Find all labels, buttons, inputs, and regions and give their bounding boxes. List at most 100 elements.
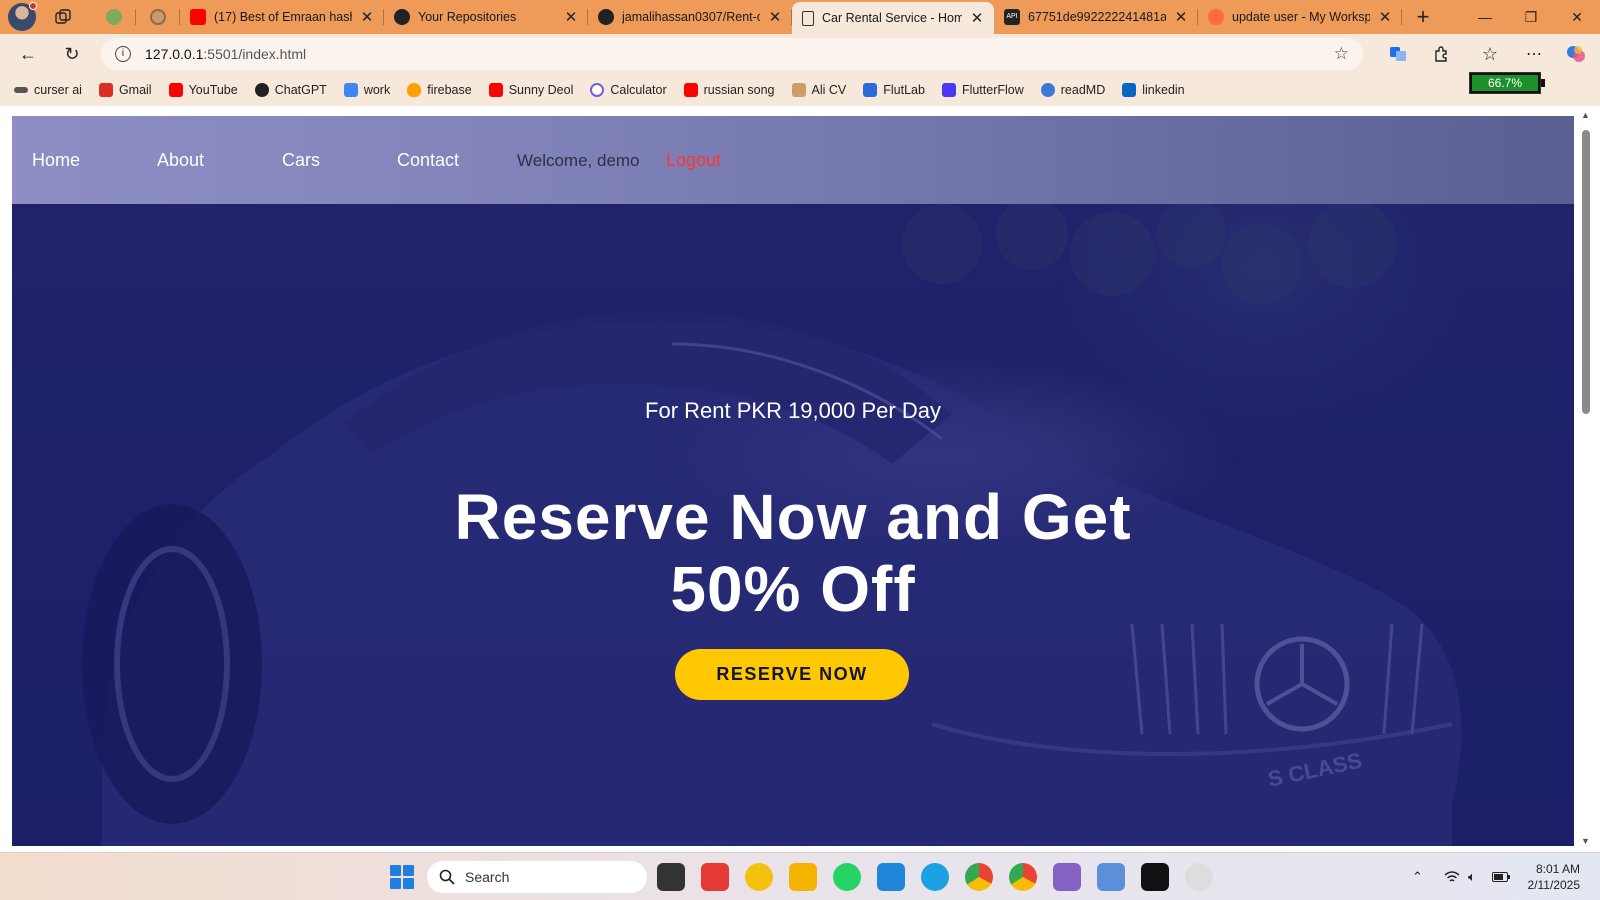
tab-title: 67751de992222241481aa [1028,10,1166,24]
bookmark-readmd[interactable]: readMD [1040,83,1106,97]
close-icon[interactable]: ✕ [1378,8,1392,26]
edge-icon[interactable] [921,863,949,891]
battery-icon[interactable] [1492,853,1510,900]
volume-icon[interactable]: 🔈︎ [1468,853,1476,900]
bookmarks-bar: curser ai Gmail YouTube ChatGPT work fir… [0,74,1600,106]
gmail-icon [98,83,113,97]
bookmark-ali-cv[interactable]: Ali CV [791,83,847,97]
extensions-icon[interactable] [1424,38,1460,70]
copilot-icon[interactable] [1558,38,1594,70]
hero-subtitle: For Rent PKR 19,000 Per Day [645,398,941,423]
chrome-profile-icon[interactable] [1009,863,1037,891]
bookmark-label: YouTube [188,83,238,97]
bookmark-russian-song[interactable]: russian song [683,83,775,97]
windows-taskbar: Search ⌃ 🔈︎ 8:01 AM 2/11/2025 [0,852,1600,900]
hero-title-line-2: 50% Off [670,553,916,625]
favorite-star-icon[interactable]: ☆ [1334,44,1349,64]
bookmark-calculator[interactable]: Calculator [590,83,667,97]
nav-contact-link[interactable]: Contact [397,150,459,171]
tray-chevron-up-icon[interactable]: ⌃ [1412,853,1423,900]
scrollbar-thumb[interactable] [1582,130,1590,414]
tab-pinned-1[interactable] [92,0,136,34]
nav-home-link[interactable]: Home [32,150,80,171]
more-menu-icon[interactable]: ⋯ [1516,38,1552,70]
tab-pinned-2[interactable] [136,0,180,34]
close-icon[interactable]: ✕ [360,8,374,26]
visual-studio-icon[interactable] [1053,863,1081,891]
reload-button[interactable]: ↻ [54,38,90,70]
url-path: :5501/index.html [203,46,307,62]
workspaces-icon[interactable] [52,6,74,28]
reserve-now-button[interactable]: RESERVE NOW [675,649,909,700]
bookmark-label: readMD [1060,83,1106,97]
chatgpt-icon [254,83,269,97]
bookmark-flutterflow[interactable]: FlutterFlow [941,83,1024,97]
tab-repositories[interactable]: Your Repositories ✕ [384,0,588,34]
photos-icon[interactable] [1097,863,1125,891]
close-icon[interactable]: ✕ [768,8,782,26]
file-explorer-icon[interactable] [789,863,817,891]
task-view-icon[interactable] [657,863,685,891]
scroll-up-arrow-icon[interactable]: ▲ [1581,110,1590,120]
restore-button[interactable]: ❐ [1508,0,1554,34]
youtube-icon [683,83,698,97]
favorites-icon[interactable]: ☆ [1472,38,1508,70]
taskbar-clock[interactable]: 8:01 AM 2/11/2025 [1516,861,1581,893]
bookmark-linkedin[interactable]: linkedin [1122,83,1185,97]
hero-title-line-1: Reserve Now and Get [454,481,1132,553]
logout-link[interactable]: Logout [666,150,721,171]
clock-app-icon[interactable] [1185,863,1213,891]
tab-title: Your Repositories [418,10,517,24]
bookmark-label: curser ai [34,83,82,97]
bookmark-label: Ali CV [811,83,847,97]
close-icon[interactable]: ✕ [564,8,578,26]
nav-cars-link[interactable]: Cars [282,150,320,171]
address-bar[interactable]: i 127.0.0.1:5501/index.html ☆ [101,38,1363,70]
anydesk-icon[interactable] [701,863,729,891]
bookmark-label: linkedin [1142,83,1185,97]
chrome-icon[interactable] [965,863,993,891]
tab-car-rental-home[interactable]: Car Rental Service - Home ✕ [792,2,994,34]
info-icon[interactable]: i [115,46,131,62]
close-window-button[interactable]: ✕ [1554,0,1600,34]
vscode-icon[interactable] [877,863,905,891]
hero-title: Reserve Now and Get 50% Off [12,481,1574,625]
whatsapp-icon[interactable] [833,863,861,891]
profile-avatar[interactable] [8,2,37,31]
nav-about-link[interactable]: About [157,150,204,171]
bookmark-gmail[interactable]: Gmail [98,83,152,97]
browser-toolbar: ← ↻ i 127.0.0.1:5501/index.html ☆ ☆ ⋯ [0,34,1600,74]
bookmark-chatgpt[interactable]: ChatGPT [254,83,327,97]
tab-api[interactable]: API 67751de992222241481aa ✕ [994,0,1198,34]
bookmark-label: Sunny Deol [508,83,574,97]
flutlab-icon [863,83,878,97]
tab-strip: (17) Best of Emraan hashmi ✕ Your Reposi… [0,0,1600,34]
clock-time: 8:01 AM [1535,862,1580,876]
chat-app-icon[interactable] [745,863,773,891]
docs-icon [343,83,358,97]
bookmark-sunny-deol[interactable]: Sunny Deol [488,83,574,97]
scroll-down-arrow-icon[interactable]: ▼ [1581,836,1590,846]
bookmark-curser-ai[interactable]: curser ai [14,83,82,97]
capcut-icon[interactable] [1141,863,1169,891]
tab-youtube[interactable]: (17) Best of Emraan hashmi ✕ [180,0,384,34]
translate-icon[interactable] [1380,38,1416,70]
bookmark-label: FlutterFlow [961,83,1024,97]
youtube-icon [190,9,206,25]
bookmark-firebase[interactable]: firebase [407,83,472,97]
bookmark-flutlab[interactable]: FlutLab [863,83,925,97]
close-icon[interactable]: ✕ [970,9,984,27]
wifi-icon[interactable] [1444,853,1460,900]
page-scrollbar[interactable]: ▲ ▼ [1578,106,1594,852]
bookmark-label: ChatGPT [274,83,327,97]
bookmark-youtube[interactable]: YouTube [168,83,238,97]
tab-postman[interactable]: update user - My Workspace ✕ [1198,0,1402,34]
minimize-button[interactable]: — [1462,0,1508,34]
tab-rent-car-repo[interactable]: jamalihassan0307/Rent-car ✕ [588,0,792,34]
new-tab-button[interactable]: + [1406,0,1440,34]
back-button[interactable]: ← [10,38,46,70]
start-button[interactable] [390,865,414,889]
bookmark-work[interactable]: work [343,83,390,97]
close-icon[interactable]: ✕ [1174,8,1188,26]
taskbar-search[interactable]: Search [427,861,647,893]
